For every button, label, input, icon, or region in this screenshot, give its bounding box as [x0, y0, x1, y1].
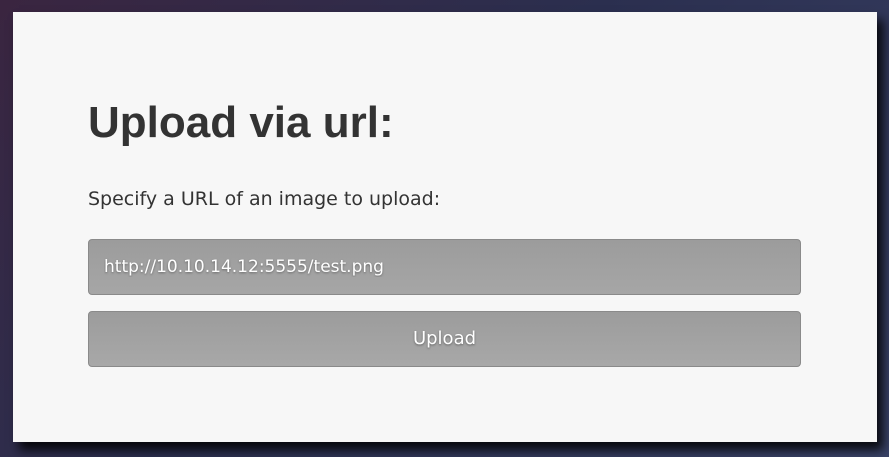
- page-title: Upload via url:: [88, 98, 394, 147]
- instruction-text: Specify a URL of an image to upload:: [88, 188, 441, 210]
- url-input[interactable]: [88, 239, 801, 295]
- upload-button[interactable]: Upload: [88, 311, 801, 367]
- upload-panel: Upload via url: Specify a URL of an imag…: [13, 12, 877, 442]
